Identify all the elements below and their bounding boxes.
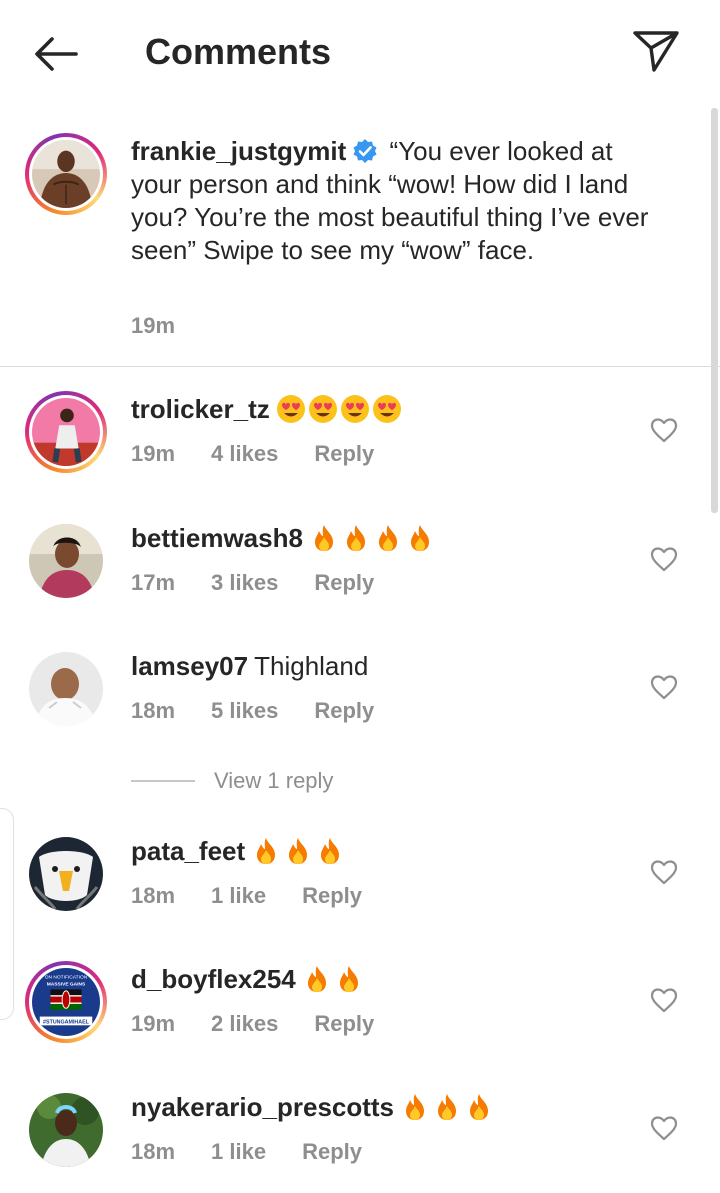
paper-plane-icon: [633, 31, 679, 72]
header-bar: Comments: [0, 0, 720, 106]
comment-time: 19m: [131, 441, 176, 466]
comment-meta: 19m 4 likes Reply: [131, 441, 410, 467]
caption-timestamp: 19m: [131, 313, 176, 338]
reply-button[interactable]: Reply: [314, 698, 374, 723]
fire-emoji-icon: [406, 1094, 425, 1120]
comment-time: 18m: [131, 698, 176, 723]
comment-line: trolicker_tz: [131, 391, 404, 433]
avatar-badge-line2: MASSIVE GAINS: [47, 981, 86, 987]
emoji-heart-eyes: [276, 394, 404, 433]
heart-eyes-emoji-icon: [276, 395, 305, 423]
caption-username[interactable]: frankie_justgymit: [131, 136, 346, 166]
fire-emoji-icon: [307, 966, 326, 992]
comment-time: 17m: [131, 570, 176, 595]
divider: [0, 366, 720, 367]
comment-username[interactable]: trolicker_tz: [131, 394, 270, 424]
comment-text: Thighland: [254, 651, 369, 681]
comment-row: pata_feet 18m 1 like Reply: [0, 833, 720, 943]
likes-count[interactable]: 2 likes: [211, 1011, 278, 1036]
comment-meta: 19m 2 likes Reply: [131, 1011, 410, 1037]
fire-emoji-icon: [289, 838, 308, 864]
reply-button[interactable]: Reply: [314, 441, 374, 466]
avatar[interactable]: [29, 652, 103, 726]
reply-thread-line: [131, 780, 195, 782]
comment-username[interactable]: nyakerario_prescotts: [131, 1092, 394, 1122]
fire-emoji-icon: [339, 966, 358, 992]
comment-line: lamsey07 Thighland: [131, 648, 368, 684]
avatar[interactable]: [29, 524, 103, 598]
comment-meta: 18m 5 likes Reply: [131, 698, 410, 724]
comment-row: lamsey07 Thighland 18m 5 likes Reply: [0, 648, 720, 758]
avatar-badge-line1: ON NOTIFICATION: [45, 975, 88, 981]
comment-line: nyakerario_prescotts: [131, 1089, 496, 1131]
comment-row: ON NOTIFICATION MASSIVE GAINS #STUNGAMIH…: [0, 961, 720, 1071]
share-button[interactable]: [630, 28, 682, 74]
fire-emoji-icon: [410, 525, 429, 551]
heart-eyes-emoji-icon: [340, 395, 369, 423]
comment-row: bettiemwash8 17m 3 likes Reply: [0, 520, 720, 630]
fire-emoji-icon: [321, 838, 340, 864]
comment-line: bettiemwash8: [131, 520, 437, 562]
comment-row: nyakerario_prescotts 18m 1 like Reply: [0, 1089, 720, 1193]
reply-button[interactable]: Reply: [314, 570, 374, 595]
emoji-fire: [251, 836, 347, 875]
back-button[interactable]: [30, 34, 82, 74]
emoji-fire: [400, 1092, 496, 1131]
fire-emoji-icon: [346, 525, 365, 551]
fire-emoji-icon: [257, 838, 276, 864]
reply-button[interactable]: Reply: [302, 1139, 362, 1164]
comment-meta: 18m 1 like Reply: [131, 1139, 398, 1165]
avatar[interactable]: [25, 391, 107, 473]
fire-emoji-icon: [438, 1094, 457, 1120]
heart-outline-icon[interactable]: [650, 546, 678, 572]
likes-count[interactable]: 5 likes: [211, 698, 278, 723]
post-caption: frankie_justgymit “You ever looked at yo…: [0, 108, 720, 366]
avatar[interactable]: [29, 837, 103, 911]
comment-row: trolicker_tz 19m 4 likes Reply: [0, 391, 720, 501]
emoji-fire: [302, 964, 366, 1003]
heart-outline-icon[interactable]: [650, 1115, 678, 1141]
comment-time: 18m: [131, 1139, 176, 1164]
fire-emoji-icon: [314, 525, 333, 551]
comment-meta: 17m 3 likes Reply: [131, 570, 410, 596]
verified-badge-icon: [352, 138, 378, 164]
avatar-badge-line3: #STUNGAMIHAEL: [43, 1019, 90, 1025]
caption-text: frankie_justgymit “You ever looked at yo…: [131, 135, 651, 267]
fire-emoji-icon: [378, 525, 397, 551]
view-replies-label: View 1 reply: [214, 768, 334, 793]
likes-count[interactable]: 3 likes: [211, 570, 278, 595]
comment-username[interactable]: bettiemwash8: [131, 523, 303, 553]
comment-line: d_boyflex254: [131, 961, 366, 1003]
heart-outline-icon[interactable]: [650, 859, 678, 885]
avatar[interactable]: ON NOTIFICATION MASSIVE GAINS #STUNGAMIH…: [25, 961, 107, 1043]
comment-username[interactable]: d_boyflex254: [131, 964, 296, 994]
heart-outline-icon[interactable]: [650, 417, 678, 443]
fire-emoji-icon: [470, 1094, 489, 1120]
comment-time: 19m: [131, 1011, 176, 1036]
reply-button[interactable]: Reply: [314, 1011, 374, 1036]
likes-count[interactable]: 1 like: [211, 883, 266, 908]
heart-outline-icon[interactable]: [650, 987, 678, 1013]
page-title: Comments: [145, 31, 332, 72]
avatar[interactable]: [25, 133, 107, 215]
reply-button[interactable]: Reply: [302, 883, 362, 908]
heart-outline-icon[interactable]: [650, 674, 678, 700]
heart-eyes-emoji-icon: [308, 395, 337, 423]
comment-username[interactable]: pata_feet: [131, 836, 245, 866]
likes-count[interactable]: 1 like: [211, 1139, 266, 1164]
emoji-fire: [309, 523, 437, 562]
avatar[interactable]: [29, 1093, 103, 1167]
heart-eyes-emoji-icon: [372, 395, 401, 423]
comment-line: pata_feet: [131, 833, 347, 875]
comment-time: 18m: [131, 883, 176, 908]
comment-username[interactable]: lamsey07: [131, 651, 248, 681]
likes-count[interactable]: 4 likes: [211, 441, 278, 466]
comment-meta: 18m 1 like Reply: [131, 883, 398, 909]
arrow-left-icon: [35, 37, 78, 71]
